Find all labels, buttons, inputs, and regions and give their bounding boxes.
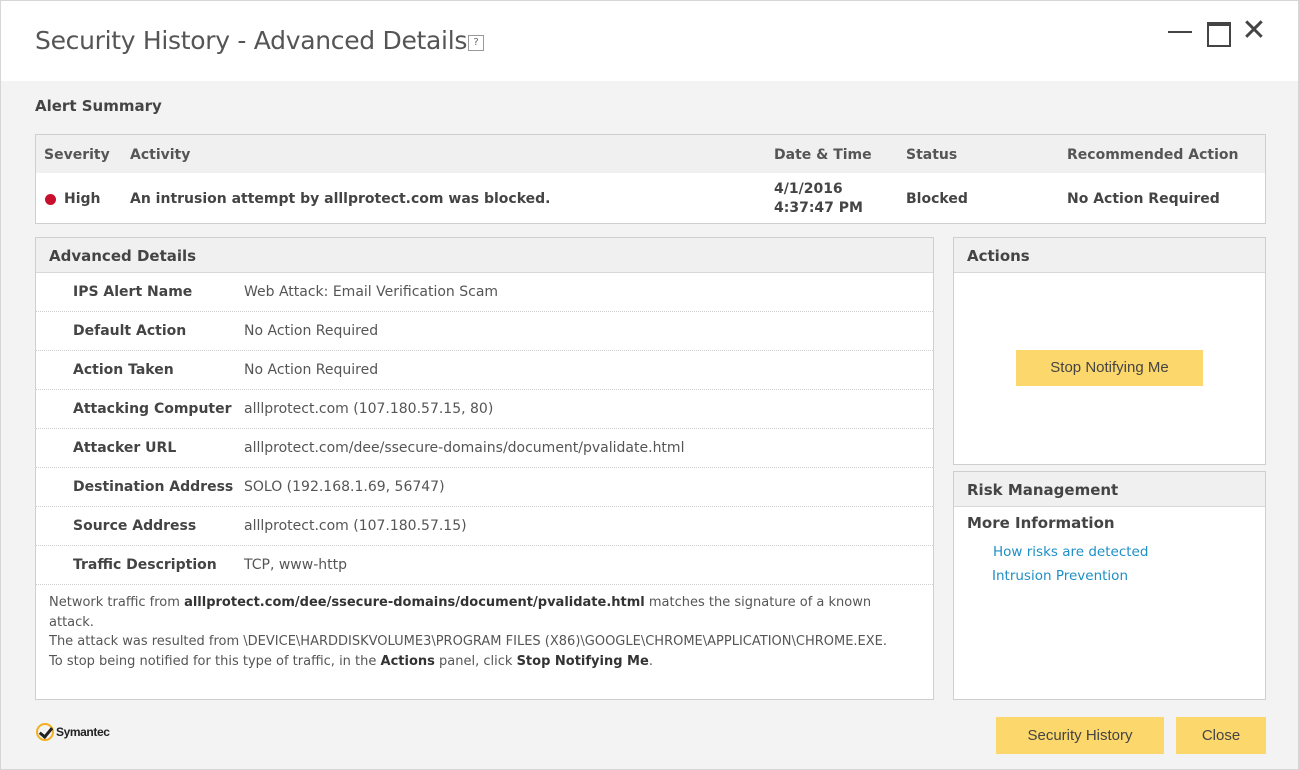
detail-key: Traffic Description	[73, 557, 217, 573]
description-url: alllprotect.com/dee/ssecure-domains/docu…	[184, 595, 645, 610]
description-text: panel, click	[434, 653, 517, 669]
detail-key: Default Action	[73, 323, 187, 339]
actions-header: Actions	[954, 238, 1265, 273]
brand-name: Symantec	[56, 725, 110, 739]
recommended-action-value: No Action Required	[1067, 191, 1220, 207]
col-header-activity[interactable]: Activity	[130, 147, 190, 163]
col-header-severity[interactable]: Severity	[44, 147, 110, 163]
close-icon[interactable]: ✕	[1239, 16, 1269, 47]
detail-row: Destination Address SOLO (192.168.1.69, …	[36, 468, 933, 507]
risk-management-header: Risk Management	[954, 472, 1265, 507]
advanced-details-title: Advanced Details	[49, 247, 197, 265]
activity-value: An intrusion attempt by alllprotect.com …	[130, 191, 551, 207]
detail-value: No Action Required	[244, 323, 379, 339]
status-value: Blocked	[906, 191, 968, 207]
date-value: 4/1/2016	[774, 181, 843, 197]
detail-key: Action Taken	[73, 362, 174, 378]
advanced-details-header: Advanced Details	[36, 238, 933, 273]
close-button[interactable]: Close	[1176, 717, 1266, 754]
severity-value: High	[64, 191, 101, 207]
how-risks-detected-link[interactable]: How risks are detected	[993, 544, 1148, 560]
detail-value: TCP, www-http	[244, 557, 347, 573]
severity-high-icon	[45, 194, 56, 205]
detail-value: SOLO (192.168.1.69, 56747)	[244, 479, 445, 495]
detail-value: alllprotect.com (107.180.57.15)	[244, 518, 467, 534]
col-header-datetime[interactable]: Date & Time	[774, 147, 872, 163]
detail-key: Attacker URL	[73, 440, 177, 456]
security-history-window: Security History - Advanced Details ? ✕ …	[0, 0, 1299, 770]
detail-key: IPS Alert Name	[73, 284, 193, 300]
col-header-status[interactable]: Status	[906, 147, 957, 163]
stop-notifying-button[interactable]: Stop Notifying Me	[1016, 350, 1203, 386]
detail-row: Source Address alllprotect.com (107.180.…	[36, 507, 933, 546]
security-history-button[interactable]: Security History	[996, 717, 1164, 754]
risk-management-title: Risk Management	[967, 481, 1119, 499]
detail-row: Attacking Computer alllprotect.com (107.…	[36, 390, 933, 429]
risk-management-panel: Risk Management More Information How ris…	[953, 471, 1266, 700]
description-text: Network traffic from	[49, 595, 185, 610]
intrusion-prevention-link[interactable]: Intrusion Prevention	[992, 568, 1128, 584]
col-header-recommended-action[interactable]: Recommended Action	[1067, 147, 1238, 163]
time-value: 4:37:47 PM	[774, 200, 863, 216]
detail-row: Attacker URL alllprotect.com/dee/ssecure…	[36, 429, 933, 468]
advanced-details-panel: Advanced Details IPS Alert Name Web Atta…	[35, 237, 934, 700]
detail-key: Source Address	[73, 518, 197, 534]
minimize-icon[interactable]	[1165, 17, 1195, 47]
detail-row: Traffic Description TCP, www-http	[36, 546, 933, 585]
check-icon	[36, 723, 54, 741]
alert-summary-table: Severity Activity Date & Time Status Rec…	[35, 134, 1266, 224]
detail-value: alllprotect.com/dee/ssecure-domains/docu…	[244, 440, 685, 456]
title-bar: Security History - Advanced Details ? ✕	[1, 1, 1298, 81]
attack-description: Network traffic from alllprotect.com/dee…	[49, 593, 919, 671]
detail-row: Default Action No Action Required	[36, 312, 933, 351]
description-text: .	[648, 653, 653, 669]
help-icon[interactable]: ?	[468, 35, 484, 51]
actions-title: Actions	[967, 247, 1030, 265]
alert-summary-header: Severity Activity Date & Time Status Rec…	[36, 135, 1265, 173]
detail-value: alllprotect.com (107.180.57.15, 80)	[244, 401, 494, 417]
detail-row: Action Taken No Action Required	[36, 351, 933, 390]
description-stop-ref: Stop Notifying Me	[516, 653, 649, 669]
detail-value: Web Attack: Email Verification Scam	[244, 284, 499, 300]
actions-panel: Actions Stop Notifying Me	[953, 237, 1266, 465]
content-area: Alert Summary Severity Activity Date & T…	[1, 81, 1298, 769]
description-line-3: To stop being notified for this type of …	[49, 652, 919, 672]
symantec-logo: Symantec	[36, 721, 110, 743]
more-information-heading: More Information	[967, 514, 1115, 532]
maximize-icon[interactable]	[1203, 17, 1233, 47]
alert-summary-label: Alert Summary	[35, 97, 162, 115]
description-line-1: Network traffic from alllprotect.com/dee…	[49, 593, 919, 632]
description-text: To stop being notified for this type of …	[49, 653, 381, 669]
detail-row: IPS Alert Name Web Attack: Email Verific…	[36, 273, 933, 312]
detail-key: Destination Address	[73, 479, 234, 495]
detail-key: Attacking Computer	[73, 401, 232, 417]
detail-value: No Action Required	[244, 362, 379, 378]
description-actions-ref: Actions	[380, 653, 435, 669]
description-line-2: The attack was resulted from \DEVICE\HAR…	[49, 634, 888, 649]
window-title: Security History - Advanced Details	[35, 26, 468, 55]
